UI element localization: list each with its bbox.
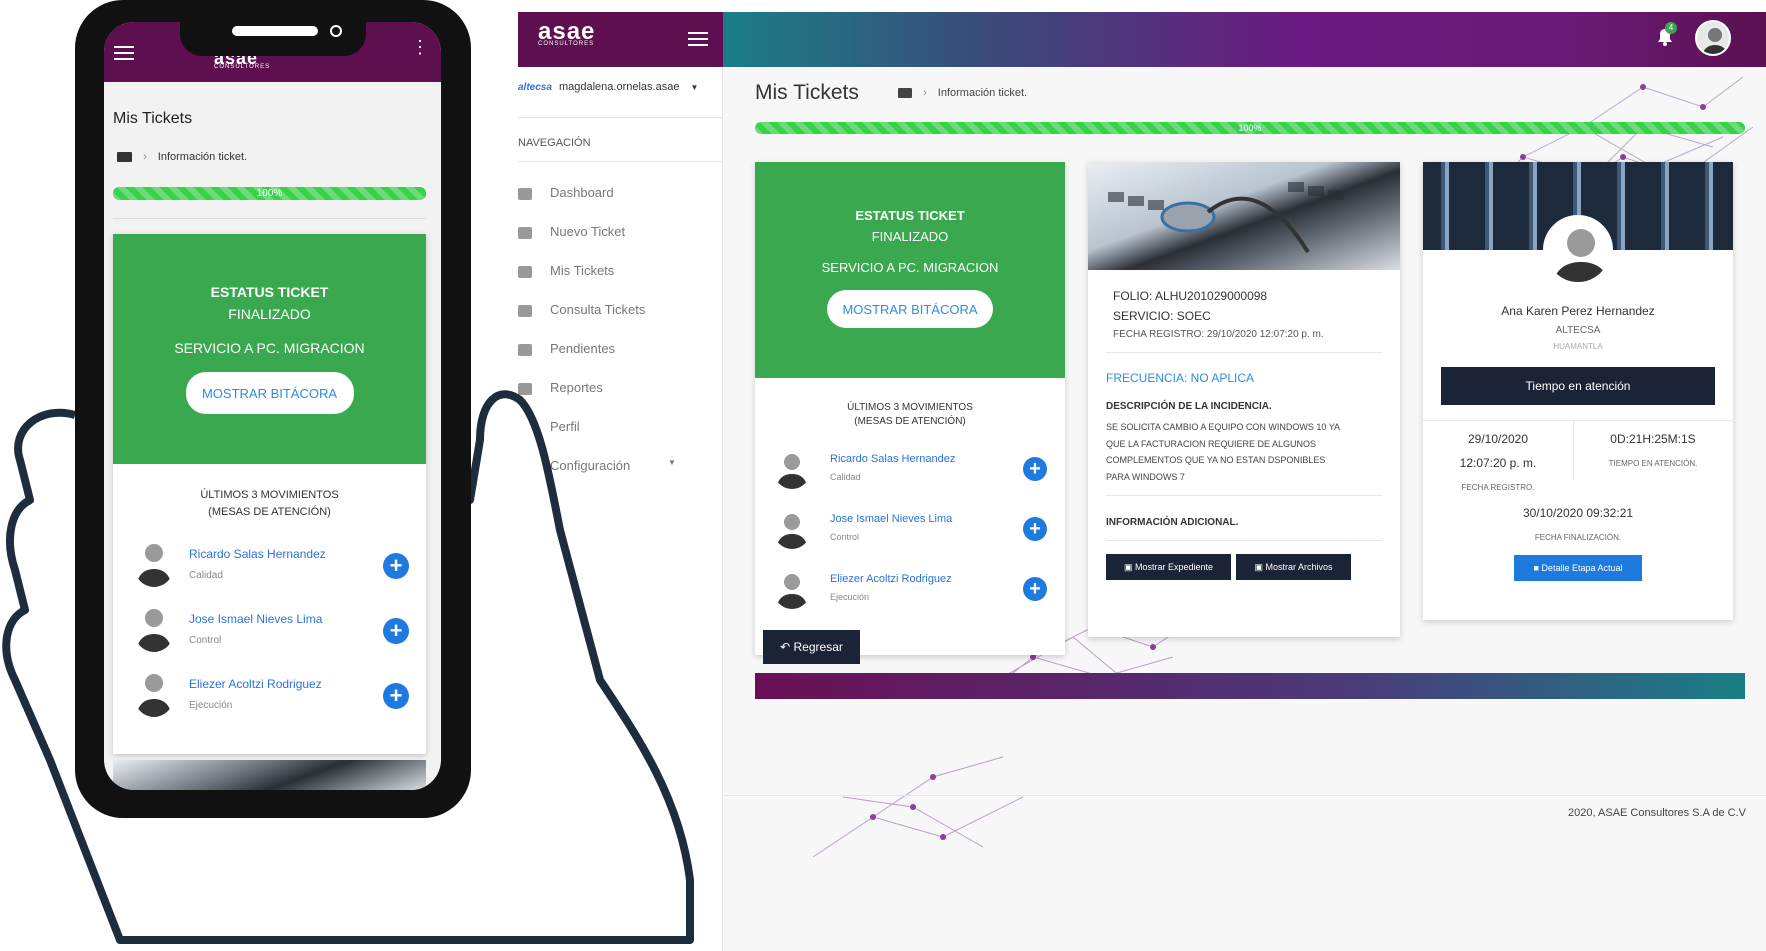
camera-icon	[330, 25, 342, 37]
sidebar-item-pendientes[interactable]: Pendientes	[518, 341, 723, 356]
back-button[interactable]: ↶ Regresar	[763, 630, 860, 664]
nav-section-title: NAVEGACIÓN	[518, 137, 591, 149]
menu-toggle-icon[interactable]	[688, 32, 708, 46]
list-item: Ricardo Salas Hernandez Calidad +	[113, 539, 426, 595]
keyboard-stethoscope-image	[1088, 162, 1400, 270]
list-item: Eliezer Acoltzi Rodriguez Ejecución +	[755, 569, 1065, 619]
reply-icon: ↶	[780, 640, 794, 654]
ticket-card: FOLIO: ALHU201029000098 SERVICIO: SOEC F…	[1088, 162, 1400, 637]
agent-card: Ana Karen Perez Hernandez ALTECSA HUAMAN…	[1423, 162, 1733, 620]
avatar	[133, 669, 175, 717]
notification-badge: 4	[1665, 22, 1677, 34]
status-card: ESTATUS TICKET FINALIZADO SERVICIO A PC.…	[113, 234, 426, 754]
pie-chart-icon	[518, 187, 532, 200]
list-item: Eliezer Acoltzi Rodriguez Ejecución +	[113, 669, 426, 725]
network-decoration	[812, 756, 1024, 858]
brand-bar: asae CONSULTORES	[518, 12, 723, 67]
add-icon[interactable]: +	[1023, 517, 1047, 541]
avatar	[773, 449, 811, 489]
decorative-gradient-bar	[755, 673, 1745, 699]
archive-icon: ▣	[1123, 561, 1135, 572]
add-icon[interactable]: +	[383, 553, 409, 579]
list-item: Ricardo Salas Hernandez Calidad +	[755, 449, 1065, 499]
add-icon[interactable]: +	[1023, 457, 1047, 481]
page-title: Mis Tickets	[113, 110, 193, 127]
avatar	[773, 569, 811, 609]
chevron-down-icon: ▼	[690, 83, 699, 92]
attention-time-button[interactable]: Tiempo en atención	[1441, 367, 1715, 405]
folder-icon[interactable]	[117, 152, 132, 163]
avatar	[133, 539, 175, 587]
add-icon[interactable]: +	[383, 683, 409, 709]
sidebar-user[interactable]: altecsa magdalena.ornelas.asae ▼	[518, 81, 723, 113]
brand-logo: asae CONSULTORES	[538, 18, 596, 47]
show-log-button[interactable]: MOSTRAR BITÁCORA	[827, 290, 993, 328]
avatar	[133, 604, 175, 652]
breadcrumb: › Información ticket.	[117, 151, 247, 163]
breadcrumb: › Información ticket.	[898, 87, 1027, 99]
show-files-button[interactable]: ▣ Mostrar Archivos	[1236, 554, 1351, 580]
add-icon[interactable]: +	[1023, 577, 1047, 601]
sidebar-item-consulta[interactable]: Consulta Tickets	[518, 302, 723, 317]
more-vertical-icon[interactable]: ⋮	[411, 38, 429, 62]
status-card: ESTATUS TICKET FINALIZADO SERVICIO A PC.…	[755, 162, 1065, 655]
bell-icon[interactable]: 4	[1657, 22, 1677, 46]
sidebar-item-nuevo-ticket[interactable]: Nuevo Ticket	[518, 224, 723, 239]
stage-detail-button[interactable]: ■ Detalle Etapa Actual	[1514, 555, 1642, 581]
archive-icon: ▣	[1254, 561, 1266, 572]
ticket-icon	[518, 226, 532, 239]
sidebar-item-dashboard[interactable]: Dashboard	[518, 185, 723, 200]
user-avatar[interactable]	[1695, 20, 1731, 56]
progress-bar: 100%	[755, 122, 1745, 134]
agent-avatar	[1543, 215, 1613, 285]
pending-icon	[518, 343, 532, 356]
show-record-button[interactable]: ▣ Mostrar Expediente	[1106, 554, 1231, 580]
add-icon[interactable]: +	[383, 618, 409, 644]
list-item: Jose Ismael Nieves Lima Control +	[755, 509, 1065, 559]
main-content: Mis Tickets › Información ticket. 100% E…	[723, 67, 1766, 951]
footer-text: 2020, ASAE Consultores S.A de C.V	[1568, 807, 1746, 819]
search-icon	[518, 304, 532, 317]
menu-toggle-icon[interactable]	[114, 46, 134, 60]
keyboard-stethoscope-image	[113, 760, 426, 790]
phone-screen: asae CONSULTORES ⋮ Mis Tickets › Informa…	[104, 22, 441, 790]
page-title: Mis Tickets	[755, 81, 859, 104]
folder-icon[interactable]	[898, 88, 912, 99]
avatar	[773, 509, 811, 549]
sidebar-item-mis-tickets[interactable]: Mis Tickets	[518, 263, 723, 278]
phone-notch	[180, 8, 366, 56]
folder-icon	[518, 265, 532, 278]
show-log-button[interactable]: MOSTRAR BITÁCORA	[185, 372, 354, 414]
speaker-icon	[232, 26, 318, 36]
list-item: Jose Ismael Nieves Lima Control +	[113, 604, 426, 660]
top-navbar: 4	[723, 12, 1766, 67]
progress-bar: 100%	[113, 187, 426, 200]
